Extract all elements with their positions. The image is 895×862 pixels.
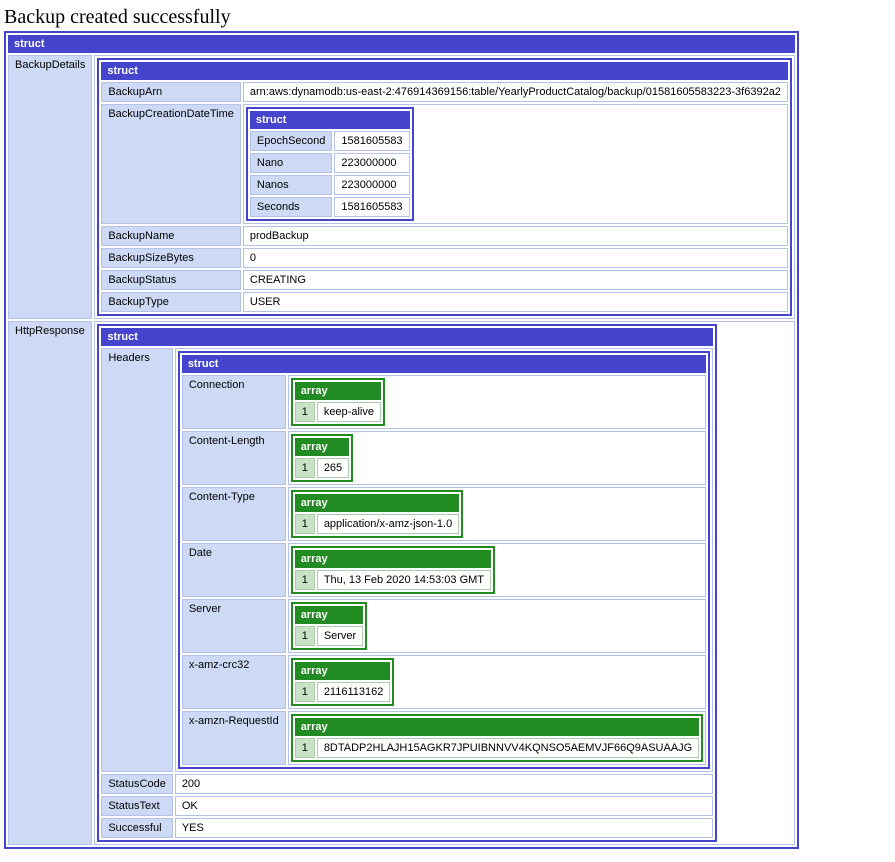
key-backup-status: BackupStatus	[101, 270, 241, 290]
array-header: array	[295, 382, 381, 400]
val-x-amz-crc32: array 1 2116113162	[288, 655, 707, 709]
val-backup-creation-datetime: struct EpochSecond 1581605583 Nano 22300…	[243, 104, 788, 224]
val-content-type: array 1 application/x-amz-json-1.0	[288, 487, 707, 541]
val-content-length: array 1 265	[288, 431, 707, 485]
key-backup-size-bytes: BackupSizeBytes	[101, 248, 241, 268]
array-value: application/x-amz-json-1.0	[317, 514, 459, 534]
array-value: 265	[317, 458, 349, 478]
array-index: 1	[295, 626, 315, 646]
key-connection: Connection	[182, 375, 286, 429]
creation-datetime-struct: struct EpochSecond 1581605583 Nano 22300…	[246, 107, 414, 221]
page-title: Backup created successfully	[4, 6, 891, 29]
array-header: array	[295, 718, 700, 736]
key-nano: Nano	[250, 153, 333, 173]
array-index: 1	[295, 514, 315, 534]
val-backup-type: USER	[243, 292, 788, 312]
struct-header: struct	[101, 328, 713, 346]
val-x-amzn-requestid: array 1 8DTADP2HLAJH15AGKR7JPUIBNNVV4KQN…	[288, 711, 707, 765]
key-server: Server	[182, 599, 286, 653]
val-connection: array 1 keep-alive	[288, 375, 707, 429]
content-type-array: array 1 application/x-amz-json-1.0	[291, 490, 464, 538]
struct-header: struct	[250, 111, 410, 129]
val-nano: 223000000	[334, 153, 409, 173]
connection-array: array 1 keep-alive	[291, 378, 385, 426]
key-status-code: StatusCode	[101, 774, 172, 794]
val-http-response: struct Headers struct Connection	[94, 321, 795, 845]
val-server: array 1 Server	[288, 599, 707, 653]
key-nanos: Nanos	[250, 175, 333, 195]
content-length-array: array 1 265	[291, 434, 353, 482]
headers-struct: struct Connection array 1	[178, 351, 710, 769]
key-backup-type: BackupType	[101, 292, 241, 312]
key-backup-details: BackupDetails	[8, 55, 92, 319]
val-backup-details: struct BackupArn arn:aws:dynamodb:us-eas…	[94, 55, 795, 319]
val-status-text: OK	[175, 796, 713, 816]
array-header: array	[295, 606, 364, 624]
array-header: array	[295, 494, 460, 512]
key-status-text: StatusText	[101, 796, 172, 816]
http-response-struct: struct Headers struct Connection	[97, 324, 717, 842]
server-array: array 1 Server	[291, 602, 368, 650]
date-array: array 1 Thu, 13 Feb 2020 14:53:03 GMT	[291, 546, 495, 594]
array-value: Server	[317, 626, 363, 646]
val-nanos: 223000000	[334, 175, 409, 195]
x-amz-crc32-array: array 1 2116113162	[291, 658, 395, 706]
val-backup-arn: arn:aws:dynamodb:us-east-2:476914369156:…	[243, 82, 788, 102]
val-status-code: 200	[175, 774, 713, 794]
val-headers: struct Connection array 1	[175, 348, 713, 772]
key-content-type: Content-Type	[182, 487, 286, 541]
key-successful: Successful	[101, 818, 172, 838]
array-index: 1	[295, 682, 315, 702]
val-backup-status: CREATING	[243, 270, 788, 290]
key-seconds: Seconds	[250, 197, 333, 217]
val-backup-name: prodBackup	[243, 226, 788, 246]
key-date: Date	[182, 543, 286, 597]
array-index: 1	[295, 570, 315, 590]
backup-details-struct: struct BackupArn arn:aws:dynamodb:us-eas…	[97, 58, 792, 316]
array-value: Thu, 13 Feb 2020 14:53:03 GMT	[317, 570, 491, 590]
array-header: array	[295, 662, 391, 680]
array-index: 1	[295, 402, 315, 422]
array-value: keep-alive	[317, 402, 381, 422]
array-header: array	[295, 550, 491, 568]
key-epoch-second: EpochSecond	[250, 131, 333, 151]
key-backup-name: BackupName	[101, 226, 241, 246]
array-index: 1	[295, 458, 315, 478]
array-value: 8DTADP2HLAJH15AGKR7JPUIBNNVV4KQNSO5AEMVJ…	[317, 738, 699, 758]
key-x-amzn-requestid: x-amzn-RequestId	[182, 711, 286, 765]
root-struct: struct BackupDetails struct BackupArn ar…	[4, 31, 799, 849]
val-successful: YES	[175, 818, 713, 838]
key-backup-arn: BackupArn	[101, 82, 241, 102]
array-index: 1	[295, 738, 315, 758]
key-backup-creation-datetime: BackupCreationDateTime	[101, 104, 241, 224]
struct-header: struct	[101, 62, 788, 80]
val-date: array 1 Thu, 13 Feb 2020 14:53:03 GMT	[288, 543, 707, 597]
struct-header: struct	[8, 35, 795, 53]
struct-header: struct	[182, 355, 706, 373]
key-http-response: HttpResponse	[8, 321, 92, 845]
val-seconds: 1581605583	[334, 197, 409, 217]
key-headers: Headers	[101, 348, 172, 772]
array-header: array	[295, 438, 349, 456]
val-epoch-second: 1581605583	[334, 131, 409, 151]
key-content-length: Content-Length	[182, 431, 286, 485]
x-amzn-requestid-array: array 1 8DTADP2HLAJH15AGKR7JPUIBNNVV4KQN…	[291, 714, 704, 762]
val-backup-size-bytes: 0	[243, 248, 788, 268]
key-x-amz-crc32: x-amz-crc32	[182, 655, 286, 709]
array-value: 2116113162	[317, 682, 391, 702]
